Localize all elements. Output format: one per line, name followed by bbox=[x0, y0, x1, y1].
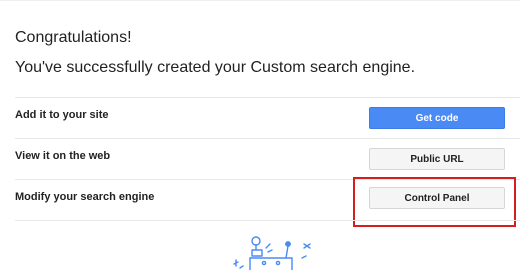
add-to-site-row: Add it to your site Get code bbox=[15, 98, 520, 138]
view-on-web-label: View it on the web bbox=[15, 150, 111, 162]
row-divider bbox=[15, 220, 520, 221]
success-page: Congratulations! You've successfully cre… bbox=[0, 0, 520, 270]
add-to-site-label: Add it to your site bbox=[15, 109, 109, 121]
success-message: You've successfully created your Custom … bbox=[15, 59, 416, 76]
top-divider bbox=[0, 0, 520, 1]
modify-engine-label: Modify your search engine bbox=[15, 191, 155, 203]
get-code-button[interactable]: Get code bbox=[369, 107, 505, 129]
public-url-button[interactable]: Public URL bbox=[369, 148, 505, 170]
robot-illustration-icon bbox=[233, 236, 311, 270]
congratulations-heading: Congratulations! bbox=[15, 29, 132, 46]
view-on-web-row: View it on the web Public URL bbox=[15, 139, 520, 179]
